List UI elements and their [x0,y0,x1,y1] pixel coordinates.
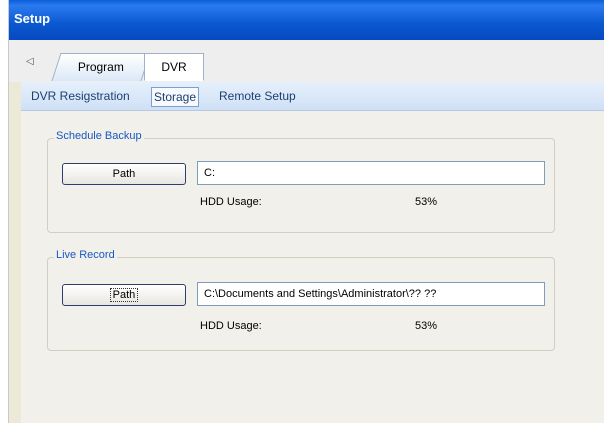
subtab-remote-setup[interactable]: Remote Setup [217,87,298,105]
live-record-path-button-label: Path [109,288,139,302]
schedule-backup-path-button-label: Path [112,168,136,180]
live-record-legend: Live Record [54,249,117,261]
live-record-path-button[interactable]: Path [62,284,186,306]
sub-tab-bar: DVR Resigstration Storage Remote Setup [21,82,604,111]
subtab-storage[interactable]: Storage [151,87,200,107]
tab-scroll-left-icon[interactable]: ◁ [26,56,34,67]
live-record-hdd-value: 53% [415,320,438,332]
live-record-path-field[interactable]: C:\Documents and Settings\Administrator\… [197,282,545,306]
tab-dvr[interactable]: DVR [144,53,204,81]
subtab-dvr-registration[interactable]: DVR Resigstration [29,87,132,105]
schedule-backup-legend: Schedule Backup [54,130,144,142]
schedule-backup-hdd-value: 53% [415,196,438,208]
live-record-hdd-label: HDD Usage: [200,320,262,332]
schedule-backup-path-button[interactable]: Path [62,163,186,185]
schedule-backup-group: Schedule Backup Path C: HDD Usage: 53% [47,130,555,233]
schedule-backup-hdd-label: HDD Usage: [200,196,262,208]
tab-program[interactable]: Program [51,53,151,81]
schedule-backup-path-field[interactable]: C: [197,161,545,185]
window-title: Setup [14,11,51,26]
tab-program-label: Program [77,60,124,74]
live-record-group: Live Record Path C:\Documents and Settin… [47,249,555,351]
storage-panel: Schedule Backup Path C: HDD Usage: 53% L… [21,111,604,423]
tab-strip: ◁ Program DVR [9,40,604,82]
tab-dvr-label: DVR [161,60,187,74]
setup-window: Setup ◁ Program DVR DVR Resigstration St… [9,0,604,423]
title-bar[interactable]: Setup [9,0,604,40]
